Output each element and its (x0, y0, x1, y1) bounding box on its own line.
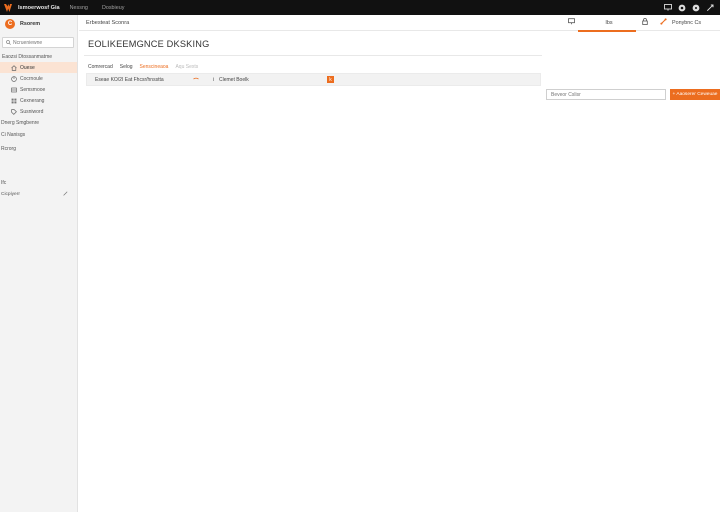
home-icon (10, 64, 17, 71)
sidebar-item-3[interactable]: Semsmooe (0, 84, 77, 95)
sidebar-item-4[interactable]: Cexnerang (0, 95, 77, 106)
filter-chip-2[interactable]: Selog (120, 64, 133, 70)
monitor-icon[interactable] (661, 0, 675, 15)
tab-secondary[interactable]: Ponybnc Cs (670, 15, 720, 31)
sidebar-item-label: Semsmooe (20, 86, 46, 93)
flag-badge[interactable]: k (327, 76, 334, 83)
sidebar-item-label: Ouese (20, 64, 35, 71)
top-link-2[interactable]: Dosbieuy (102, 5, 124, 11)
sidebar-item-label: Cocrnoule (20, 75, 43, 82)
sidebar-bottom-label: Ifc (1, 180, 7, 186)
chart-icon (10, 75, 17, 82)
monitor-icon (567, 18, 575, 27)
tab-monitor[interactable] (564, 15, 578, 31)
main-content: Erbesteat Sconra Ibs Ponybnc Cs EOLIKEEM… (79, 15, 720, 512)
star-icon[interactable] (193, 77, 201, 83)
app-title: Ismoerwosf Gia (18, 4, 60, 11)
sidebar-item-label: Cexnerang (20, 97, 45, 104)
sidebar-search[interactable] (2, 37, 74, 48)
workspace-avatar: C (5, 19, 15, 29)
table-row[interactable]: Eseae KO/2I Eat Fhcsr/hnsstta i Clemet B… (86, 73, 541, 86)
globe-icon[interactable] (675, 0, 689, 15)
filter-chip-1[interactable]: Comrercad (88, 64, 113, 70)
app-logo-icon[interactable] (2, 2, 13, 13)
sidebar-item-1[interactable]: Ouese (0, 62, 77, 73)
top-bar: Ismoerwosf Gia Nessng Dosbieuy (0, 0, 720, 15)
sidebar-item-label: Susniword (20, 108, 44, 115)
filter-chip-3[interactable]: Senscineaoa (140, 64, 169, 70)
tab-primary-label: Ibs (605, 19, 613, 26)
layers-icon (10, 86, 17, 93)
tab-secondary-label: Ponybnc Cs (672, 19, 702, 26)
add-button[interactable]: + Aaoserer Ceweuae (670, 89, 720, 100)
top-link-1[interactable]: Nessng (70, 5, 88, 11)
tab-primary[interactable]: Ibs (578, 15, 636, 32)
filter-bar: Comrercad Selog Senscineaoa Aqu Sexts (88, 64, 205, 70)
workspace-name: Rsorem (20, 21, 41, 27)
divider (84, 55, 542, 56)
sidebar: C Rsorem Eaozsi Dtossanmatme Ouese Cocrn… (0, 15, 78, 512)
workspace-header[interactable]: C Rsorem (0, 15, 77, 33)
main-header: Erbesteat Sconra Ibs Ponybnc Cs (79, 15, 720, 32)
settings-icon[interactable] (703, 0, 717, 15)
breadcrumb[interactable]: Erbesteat Sconra (86, 20, 129, 26)
filter-input[interactable] (551, 91, 661, 98)
tag-icon (10, 108, 17, 115)
sidebar-row-3[interactable]: Rcrorg (0, 143, 77, 155)
row-status: Clemet Boelk (219, 76, 249, 83)
sidebar-item-2[interactable]: Cocrnoule (0, 73, 77, 84)
row-name: Eseae KO/2I Eat Fhcsr/hnsstta (95, 76, 164, 83)
sidebar-row-1[interactable]: Dnerg Smgbenre (0, 117, 77, 129)
help-icon[interactable] (689, 0, 703, 15)
filter-input-box[interactable] (546, 89, 666, 100)
tab-lock[interactable] (638, 15, 652, 31)
grid-icon (10, 97, 17, 104)
edit-icon[interactable] (63, 191, 68, 198)
search-icon (6, 40, 11, 45)
sidebar-row-2[interactable]: Ci Nanisgs (0, 129, 77, 141)
sidebar-item-5[interactable]: Susniword (0, 106, 77, 117)
tab-share[interactable] (656, 15, 670, 31)
lock-icon (642, 18, 648, 27)
page-title: EOLIKEEMGNCE DKSKING (88, 39, 210, 49)
share-icon (659, 18, 667, 27)
sidebar-search-input[interactable] (13, 39, 73, 46)
filter-chip-4[interactable]: Aqu Sexts (175, 64, 198, 70)
sidebar-bottom-row[interactable]: Cicpiyerr (0, 189, 77, 199)
sidebar-section-title: Eaozsi Dtossanmatme (2, 54, 53, 60)
sidebar-bottom-row-label: Cicpiyerr (1, 191, 20, 197)
